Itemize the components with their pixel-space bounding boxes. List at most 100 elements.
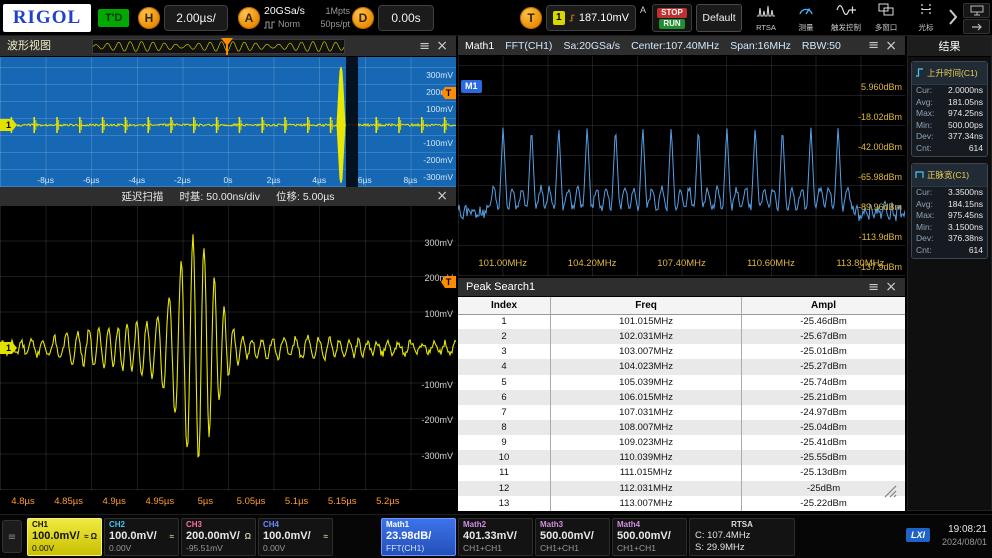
measurement-value: 376.38ns bbox=[948, 233, 983, 245]
table-row[interactable]: 5105.039MHz-25.74dBm bbox=[458, 375, 905, 390]
close-icon[interactable]: × bbox=[885, 278, 897, 297]
table-row[interactable]: 7107.031MHz-24.97dBm bbox=[458, 405, 905, 420]
table-row[interactable]: 2102.031MHz-25.67dBm bbox=[458, 329, 905, 344]
trigger-position-marker[interactable] bbox=[226, 38, 228, 55]
fft-title-item: Sa:20GSa/s bbox=[563, 36, 620, 56]
table-row[interactable]: 13113.007MHz-25.22dBm bbox=[458, 496, 905, 511]
toolbar-button-multi-window[interactable]: 多窗口 bbox=[866, 2, 906, 34]
math-status-box-math3[interactable]: Math3500.00mV/CH1+CH1 bbox=[535, 518, 610, 556]
table-header-freq: Freq bbox=[551, 297, 742, 314]
peak-table: IndexFreqAmpl 1101.015MHz-25.46dBm2102.0… bbox=[458, 297, 905, 511]
status-box-offset: 0.00V bbox=[263, 543, 328, 554]
menu-icon[interactable]: ≡ bbox=[419, 36, 430, 57]
menu-icon[interactable]: ≡ bbox=[868, 36, 879, 56]
table-cell: 112.031MHz bbox=[551, 481, 742, 496]
toolbar-button-rtsa[interactable]: RTSA bbox=[746, 2, 786, 34]
table-cell: -25.74dBm bbox=[742, 375, 905, 390]
acquire-knob[interactable]: A bbox=[238, 7, 260, 29]
m1-marker[interactable]: M1 bbox=[461, 80, 482, 93]
measurement-label: Cnt: bbox=[916, 245, 932, 257]
table-row[interactable]: 6106.015MHz-25.21dBm bbox=[458, 390, 905, 405]
toolbar-button-trigger-control[interactable]: 触发控制 bbox=[826, 2, 866, 34]
table-cell: -25.27dBm bbox=[742, 359, 905, 374]
resolution: 50ps/pt bbox=[320, 18, 350, 31]
math-status-box-math2[interactable]: Math2401.33mV/CH1+CH1 bbox=[458, 518, 533, 556]
table-cell: 107.031MHz bbox=[551, 405, 742, 420]
arrow-right-icon bbox=[970, 22, 984, 32]
measurement-value: 975.45ns bbox=[948, 210, 983, 222]
measurement-label: Cur: bbox=[916, 85, 932, 97]
trigger-settings[interactable]: 1 187.10mV bbox=[546, 5, 636, 31]
table-cell: -25.04dBm bbox=[742, 420, 905, 435]
close-icon[interactable]: × bbox=[436, 187, 448, 206]
waveform-overview-strip[interactable] bbox=[92, 39, 345, 54]
delay-display[interactable]: 0.00s bbox=[378, 5, 434, 31]
close-icon[interactable]: × bbox=[885, 36, 897, 56]
table-cell: -25.46dBm bbox=[742, 314, 905, 329]
toolbar-button-cursor[interactable]: 光标 bbox=[906, 2, 946, 34]
table-row[interactable]: 1101.015MHz-25.46dBm bbox=[458, 314, 905, 329]
horizontal-knob[interactable]: H bbox=[138, 7, 160, 29]
collapse-tab[interactable]: ≡ bbox=[2, 520, 22, 553]
close-icon[interactable]: × bbox=[436, 36, 448, 57]
status-box-offset: CH1+CH1 bbox=[463, 543, 528, 554]
external-button[interactable] bbox=[963, 19, 990, 34]
table-row[interactable]: 4104.023MHz-25.27dBm bbox=[458, 359, 905, 374]
status-box-id: Math4 bbox=[617, 520, 682, 530]
measurement-row: Avg:181.05ns bbox=[912, 97, 987, 109]
axis-label: 5µs bbox=[198, 496, 214, 507]
acquisition-info[interactable]: 20GSa/s 1Mpts Norm 50ps/pt bbox=[264, 5, 350, 31]
table-row[interactable]: 12112.031MHz-25dBm bbox=[458, 481, 905, 496]
status-box-offset: 0.00V bbox=[109, 543, 174, 554]
math-status-box-math1[interactable]: Math123.98dB/FFT(CH1) bbox=[381, 518, 456, 556]
results-title: 结果 bbox=[908, 37, 991, 57]
trigger-source-badge: 1 bbox=[553, 11, 565, 25]
measurement-name: 正脉宽(C1) bbox=[927, 169, 969, 181]
math-status-box-math4[interactable]: Math4500.00mV/CH1+CH1 bbox=[612, 518, 687, 556]
stop-run-button[interactable]: STOP RUN bbox=[652, 4, 692, 32]
measurement-row: Max: 975.45ns bbox=[912, 210, 987, 222]
main-waveform-area[interactable]: 300mV200mV100mV-100mV-200mV-300mV -8µs-6… bbox=[0, 57, 456, 187]
status-box-scale: 200.00mV/ bbox=[186, 530, 240, 543]
default-button[interactable]: Default bbox=[696, 4, 742, 32]
channel-status-box-ch4[interactable]: CH4100.0mV/≈0.00V bbox=[258, 518, 333, 556]
status-box-scale: 500.00mV/ bbox=[540, 530, 594, 543]
spectrum-area[interactable]: M1 5.960dBm-18.02dBm-42.00dBm-65.98dBm-8… bbox=[458, 56, 905, 276]
resize-handle-icon[interactable] bbox=[884, 485, 897, 503]
channel-status-box-ch3[interactable]: CH3200.00mV/Ω-95.51mV bbox=[181, 518, 256, 556]
toolbar-button-measure[interactable]: 测量 bbox=[786, 2, 826, 34]
table-row[interactable]: 11111.015MHz-25.13dBm bbox=[458, 465, 905, 480]
delay-knob[interactable]: D bbox=[352, 7, 374, 29]
trigger-knob[interactable]: T bbox=[520, 7, 542, 29]
timebase-display[interactable]: 2.00µs/ bbox=[164, 5, 228, 31]
status-box-scale: 100.0mV/ bbox=[109, 530, 157, 543]
run-label: RUN bbox=[659, 19, 684, 29]
zoom-waveform-area[interactable]: 300mV200mV100mV-100mV-200mV-300mV 4.8µs4… bbox=[0, 206, 456, 511]
table-cell: 11 bbox=[458, 465, 551, 480]
measurement-name: 上升时间(C1) bbox=[927, 67, 978, 79]
menu-icon[interactable]: ≡ bbox=[868, 278, 879, 297]
table-row[interactable]: 8108.007MHz-25.04dBm bbox=[458, 420, 905, 435]
rtsa-status-box[interactable]: RTSA C: 107.4MHz S: 29.9MHz bbox=[689, 518, 795, 556]
pulse-width-icon bbox=[915, 166, 924, 184]
screen-button[interactable] bbox=[963, 3, 990, 18]
table-row[interactable]: 9109.023MHz-25.41dBm bbox=[458, 435, 905, 450]
table-row[interactable]: 10110.039MHz-25.55dBm bbox=[458, 450, 905, 465]
oscilloscope-screen: RIGOL T'D H 2.00µs/ A 20GSa/s 1Mpts Norm… bbox=[0, 0, 992, 558]
table-row[interactable]: 3103.007MHz-25.01dBm bbox=[458, 344, 905, 359]
lxi-logo: LXI bbox=[906, 528, 930, 542]
measurement-card[interactable]: 上升时间(C1)Cur:2.0000nsAvg:181.05nsMax:974.… bbox=[911, 61, 988, 157]
rtsa-span: S: 29.9MHz bbox=[695, 542, 789, 554]
cursor-icon bbox=[918, 3, 934, 21]
status-box-id: Math2 bbox=[463, 520, 528, 530]
measurement-row: Cur:2.0000ns bbox=[912, 85, 987, 97]
chevron-right-icon[interactable] bbox=[948, 8, 960, 28]
measure-icon bbox=[798, 3, 814, 21]
measurement-label: Max: bbox=[916, 210, 934, 222]
channel-status-box-ch1[interactable]: CH1100.0mV/≈Ω0.00V bbox=[27, 518, 102, 556]
status-box-id: CH2 bbox=[109, 520, 174, 530]
fft-title: Math1FFT(CH1)Sa:20GSa/sCenter:107.40MHzS… bbox=[465, 36, 841, 56]
measurement-card[interactable]: 正脉宽(C1)Cur:3.3500nsAvg:184.15nsMax:975.4… bbox=[911, 163, 988, 259]
delayed-sweep-titlebar: 延迟扫描 时基: 50.00ns/div 位移: 5.00µs × bbox=[0, 187, 456, 206]
channel-status-box-ch2[interactable]: CH2100.0mV/≈0.00V bbox=[104, 518, 179, 556]
